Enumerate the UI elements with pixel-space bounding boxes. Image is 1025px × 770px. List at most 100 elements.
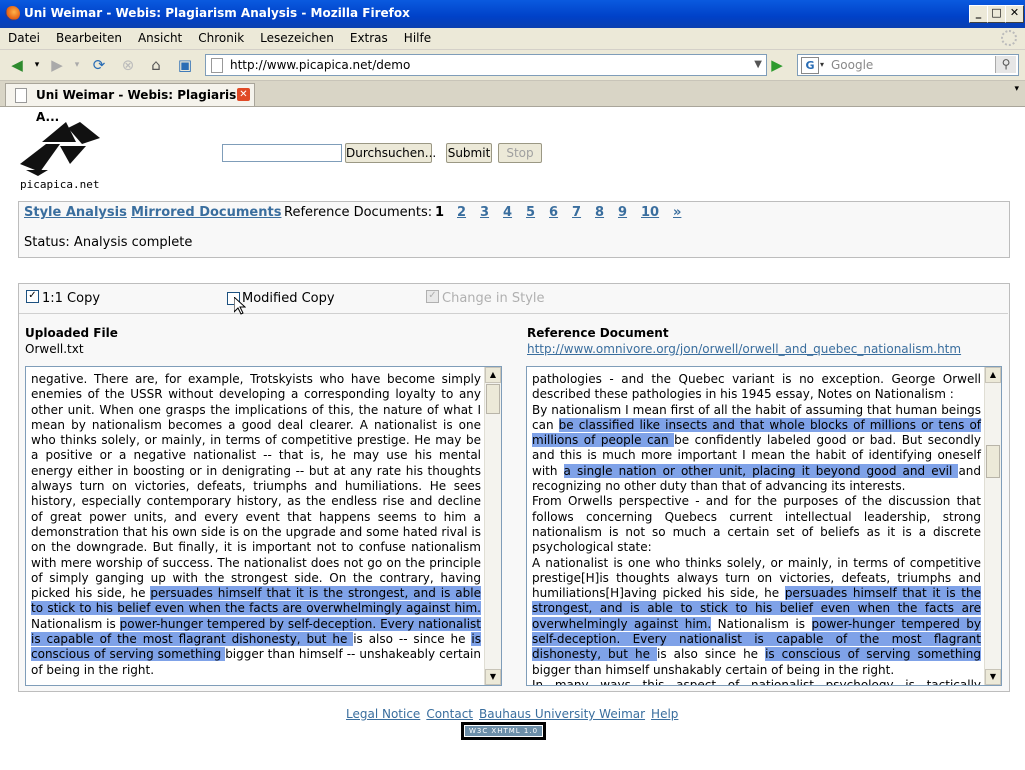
reference-document-link[interactable]: http://www.omnivore.org/jon/orwell/orwel… [527,342,961,356]
options-divider [19,313,1008,314]
ref-page-2-link[interactable]: 2 [457,205,466,220]
uploaded-filename: Orwell.txt [25,342,84,356]
close-window-button[interactable]: ✕ [1005,5,1024,23]
right-text-4d: bigger than himself unshakably certain o… [532,662,895,677]
window-title: Uni Weimar - Webis: Plagiarism Analysis … [24,6,410,20]
go-icon[interactable]: ▶ [768,56,786,74]
tab-current[interactable]: Uni Weimar - Webis: Plagiarism A... ✕ [5,83,255,124]
back-dropdown-icon[interactable]: ▾ [28,56,46,74]
search-icon[interactable]: ⚲ [995,56,1016,73]
ref-page-1: 1 [435,205,445,220]
submit-button[interactable]: Submit [446,143,492,163]
right-text-4b: Nationalism is [711,616,812,631]
ref-page-9-link[interactable]: 9 [618,205,627,220]
bauhaus-link[interactable]: Bauhaus University Weimar [479,707,645,721]
legal-notice-link[interactable]: Legal Notice [346,707,420,721]
scroll-up-icon[interactable]: ▲ [985,367,1001,383]
minimize-button[interactable]: _ [969,5,988,23]
one-to-one-checkbox[interactable]: ✓ [26,290,39,303]
ref-page-5-link[interactable]: 5 [526,205,535,220]
firefox-icon [5,6,20,21]
uploaded-file-textarea[interactable]: negative. There are, for example, Trotsk… [25,366,502,686]
help-link[interactable]: Help [651,707,678,721]
ref-page-6-link[interactable]: 6 [549,205,558,220]
scroll-down-icon[interactable]: ▼ [985,669,1001,685]
contact-link[interactable]: Contact [426,707,473,721]
logo-text: picapica.net [20,178,100,191]
ref-page-3-link[interactable]: 3 [480,205,489,220]
tab-page-icon [15,88,27,103]
tab-bar: Uni Weimar - Webis: Plagiarism A... ✕ ▾ [0,81,1025,124]
home-icon[interactable]: ⌂ [147,56,165,74]
w3c-xhtml-badge[interactable]: W3C XHTML 1.0 [461,722,546,740]
menu-hilfe[interactable]: Hilfe [396,28,439,46]
right-paragraph-1: pathologies - and the Quebec variant is … [532,372,981,402]
right-paragraph-5: In many ways this aspect of nationalist … [532,677,981,686]
url-bar[interactable]: http://www.picapica.net/demo ▼ [205,54,767,76]
scroll-up-icon[interactable]: ▲ [485,367,501,383]
navigation-toolbar: ◀ ▾ ▶ ▾ ⟳ ⊗ ⌂ ▣ http://www.picapica.net/… [0,50,1025,81]
change-in-style-checkbox[interactable]: ✓ [426,290,439,303]
search-box[interactable]: G ▾ Google ⚲ [797,54,1019,76]
menu-datei[interactable]: Datei [0,28,48,46]
browse-button[interactable]: Durchsuchen... [345,143,436,163]
scroll-thumb[interactable] [486,384,500,414]
search-placeholder: Google [831,58,874,72]
reference-document-text: pathologies - and the Quebec variant is … [532,372,982,686]
change-in-style-label: Change in Style [442,291,545,306]
reference-document-textarea[interactable]: pathologies - and the Quebec variant is … [526,366,1002,686]
bookmark-icon[interactable]: ▣ [176,56,194,74]
scroll-down-icon[interactable]: ▼ [485,669,501,685]
back-icon[interactable]: ◀ [8,56,26,74]
right-paragraph-3: From Orwells perspective - and for the p… [532,494,981,555]
url-text: http://www.picapica.net/demo [230,58,411,72]
mirrored-documents-link[interactable]: Mirrored Documents [131,205,281,220]
badge-text: W3C XHTML 1.0 [465,726,542,736]
left-text-1: negative. There are, for example, Trotsk… [31,372,481,601]
uploaded-file-heading: Uploaded File [25,326,118,340]
menu-bearbeiten[interactable]: Bearbeiten [48,28,130,46]
menu-lesezeichen[interactable]: Lesezeichen [252,28,342,46]
ref-page-7-link[interactable]: 7 [572,205,581,220]
tab-list-icon[interactable]: ▾ [1014,84,1019,94]
menu-extras[interactable]: Extras [342,28,396,46]
reference-document-heading: Reference Document [527,326,669,340]
tab-close-icon[interactable]: ✕ [237,88,250,101]
stop-icon[interactable]: ⊗ [119,56,137,74]
stop-button[interactable]: Stop [498,143,542,163]
left-text-3: is also -- since he [353,632,472,647]
title-bar: Uni Weimar - Webis: Plagiarism Analysis … [0,0,1025,29]
menu-chronik[interactable]: Chronik [190,28,252,46]
footer-links: Legal Notice Contact Bauhaus University We… [346,707,684,721]
throbber-icon [1001,30,1017,46]
style-analysis-link[interactable]: Style Analysis [24,205,127,220]
url-dropdown-icon[interactable]: ▼ [754,55,762,75]
reference-documents-label: Reference Documents: [284,205,433,220]
match-highlight: is conscious of serving something [765,647,981,662]
one-to-one-label: 1:1 Copy [42,291,101,306]
reload-icon[interactable]: ⟳ [90,56,108,74]
google-icon[interactable]: G [801,57,819,74]
menu-bar: Datei Bearbeiten Ansicht Chronik Lesezeichen… [0,28,1025,50]
right-scrollbar[interactable]: ▲ ▼ [984,367,1001,685]
page-icon [211,58,223,73]
status-text: Status: Analysis complete [24,235,193,250]
ref-page-10-link[interactable]: 10 [641,205,659,220]
right-text-4c: is also since he [656,647,766,662]
engine-dropdown-icon[interactable]: ▾ [820,55,824,75]
maximize-button[interactable]: □ [987,5,1006,23]
file-path-input[interactable] [222,144,342,162]
menu-ansicht[interactable]: Ansicht [130,28,190,46]
scroll-thumb[interactable] [986,445,1000,478]
modified-copy-label: Modified Copy [242,291,335,306]
picapica-logo [20,122,100,176]
match-highlight: a single nation or other unit, placing i… [563,463,959,478]
forward-icon[interactable]: ▶ [48,56,66,74]
mouse-cursor-icon [234,297,246,315]
uploaded-file-text: negative. There are, for example, Trotsk… [31,372,481,678]
ref-next-link[interactable]: » [673,205,681,220]
ref-page-4-link[interactable]: 4 [503,205,512,220]
ref-page-8-link[interactable]: 8 [595,205,604,220]
left-scrollbar[interactable]: ▲ ▼ [484,367,501,685]
forward-dropdown-icon[interactable]: ▾ [68,56,86,74]
